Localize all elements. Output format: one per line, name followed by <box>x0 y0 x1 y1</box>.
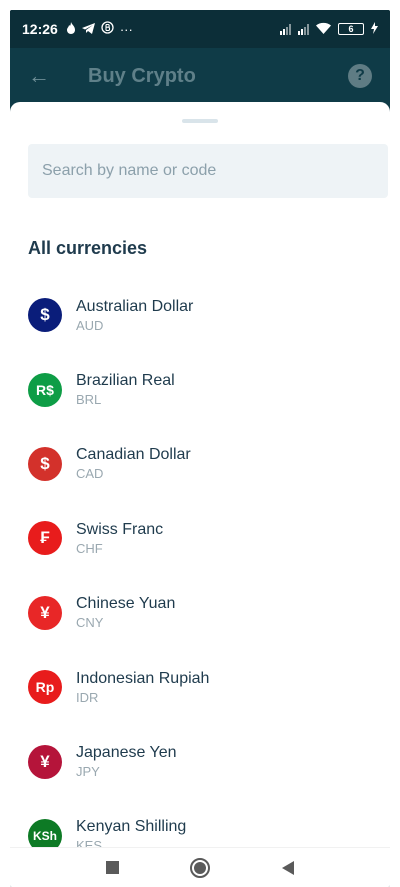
rupiah-icon: Rp <box>28 670 62 705</box>
yuan-icon: ¥ <box>28 595 62 630</box>
wifi-icon <box>316 22 331 37</box>
back-arrow-icon[interactable]: ← <box>28 63 54 89</box>
signal-1-icon <box>280 23 291 35</box>
currency-code: IDR <box>76 689 99 705</box>
system-nav-bar <box>10 847 390 887</box>
currency-item-brl[interactable]: R$ Brazilian Real BRL <box>10 352 390 426</box>
charging-icon <box>371 21 378 37</box>
search-input[interactable] <box>28 144 388 198</box>
currency-item-jpy[interactable]: ¥ Japanese Yen JPY <box>10 724 390 798</box>
currency-name: Kenyan Shilling <box>76 818 187 836</box>
shilling-icon: KSh <box>28 818 62 847</box>
currency-name: Brazilian Real <box>76 372 175 390</box>
currency-item-kes[interactable]: KSh Kenyan Shilling KES <box>10 799 390 847</box>
currency-name: Japanese Yen <box>76 744 177 762</box>
dollar-icon: $ <box>28 446 62 481</box>
currency-code: JPY <box>76 764 100 780</box>
currency-sheet: All currencies $ Australian Dollar AUD R… <box>10 102 390 847</box>
recents-icon[interactable] <box>105 861 119 874</box>
battery-icon: 6 <box>338 23 364 35</box>
app-bar: ← Buy Crypto ? <box>10 48 390 104</box>
franc-icon: ₣ <box>28 521 62 556</box>
currency-name: Swiss Franc <box>76 520 164 538</box>
currency-code: CHF <box>76 540 103 556</box>
currency-item-cny[interactable]: ¥ Chinese Yuan CNY <box>10 576 390 650</box>
currency-item-idr[interactable]: Rp Indonesian Rupiah IDR <box>10 650 390 724</box>
b-circle-icon <box>101 21 114 37</box>
telegram-icon <box>81 22 95 37</box>
status-bar: 12:26 ··· 6 <box>10 10 390 48</box>
currency-code: CNY <box>76 615 104 631</box>
status-left-icons: ··· <box>66 21 133 37</box>
sheet-drag-handle[interactable] <box>182 119 218 123</box>
currency-item-aud[interactable]: $ Australian Dollar AUD <box>10 278 390 352</box>
dollar-icon: $ <box>28 298 62 333</box>
phone-screen: 12:26 ··· 6 ← Buy Crypto ? Search by nam… <box>10 10 390 887</box>
home-icon[interactable] <box>190 857 211 878</box>
section-title: All currencies <box>28 238 148 258</box>
currency-code: AUD <box>76 317 104 333</box>
currency-code: CAD <box>76 466 104 482</box>
signal-2-icon <box>298 23 309 35</box>
real-icon: R$ <box>28 372 62 407</box>
currency-code: KES <box>76 838 103 847</box>
currency-item-cad[interactable]: $ Canadian Dollar CAD <box>10 427 390 501</box>
currency-name: Canadian Dollar <box>76 446 191 464</box>
more-icon: ··· <box>119 21 133 37</box>
currency-name: Indonesian Rupiah <box>76 669 210 687</box>
flame-icon <box>66 21 76 37</box>
nav-back-icon[interactable] <box>282 860 295 875</box>
help-icon[interactable]: ? <box>348 64 372 88</box>
currency-list: $ Australian Dollar AUD R$ Brazilian Rea… <box>10 278 390 847</box>
currency-code: BRL <box>76 392 102 408</box>
status-right-icons: 6 <box>280 21 378 37</box>
status-time: 12:26 <box>22 21 58 37</box>
yen-icon: ¥ <box>28 744 62 779</box>
currency-item-chf[interactable]: ₣ Swiss Franc CHF <box>10 501 390 575</box>
page-title: Buy Crypto <box>88 64 196 87</box>
currency-name: Chinese Yuan <box>76 595 176 613</box>
currency-name: Australian Dollar <box>76 297 194 315</box>
